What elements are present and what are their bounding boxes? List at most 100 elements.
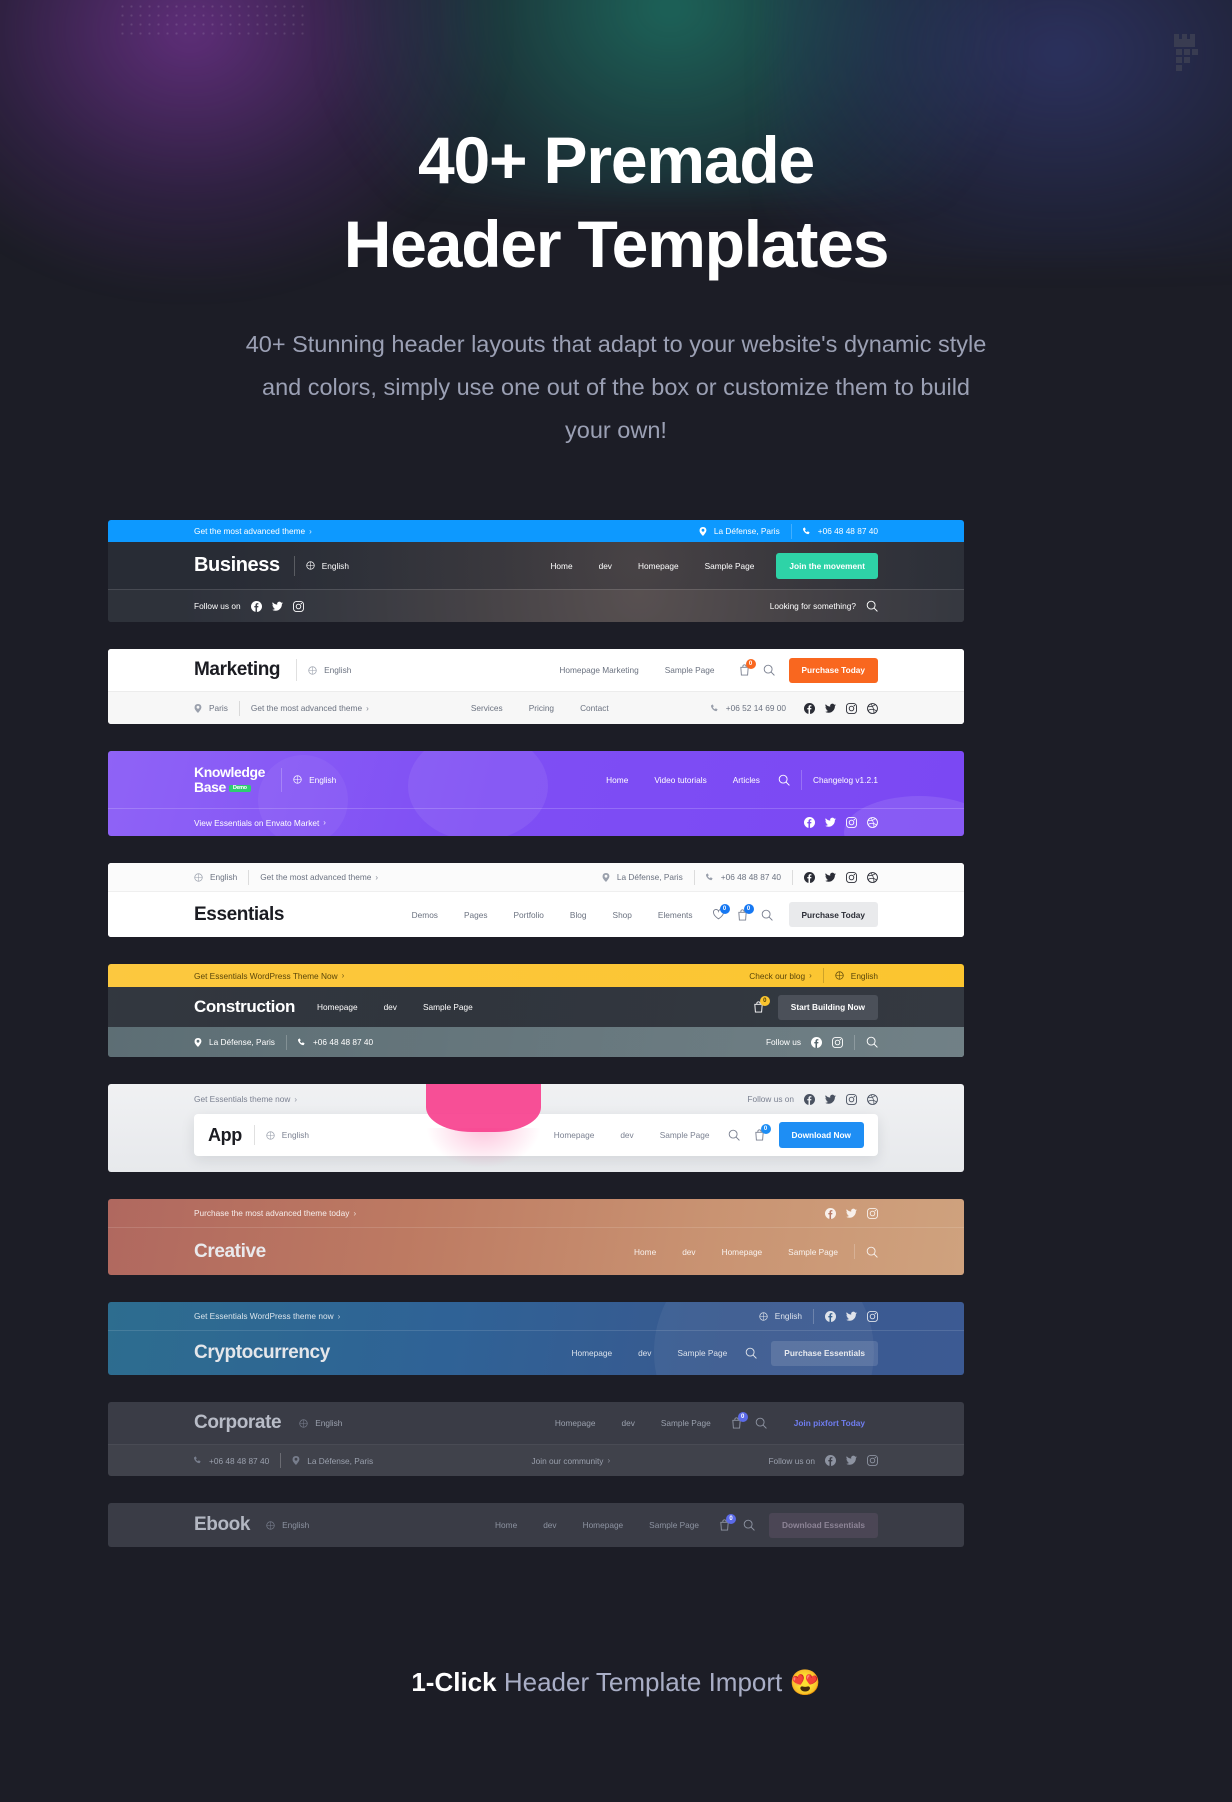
instagram-icon[interactable]: [846, 702, 857, 714]
search-icon[interactable]: [866, 1246, 878, 1258]
construction-nav-item[interactable]: dev: [384, 1002, 397, 1012]
search-icon[interactable]: [761, 909, 773, 921]
business-promo-link[interactable]: Get the most advanced theme: [194, 526, 305, 536]
construction-cta-button[interactable]: Start Building Now: [777, 994, 878, 1020]
crypto-nav[interactable]: Homepage dev Sample Page: [571, 1348, 727, 1358]
search-icon[interactable]: [743, 1519, 755, 1531]
kb-socials[interactable]: [804, 817, 878, 828]
essentials-nav-item[interactable]: Shop: [613, 910, 632, 920]
kb-envato-link[interactable]: View Essentials on Envato Market: [194, 818, 319, 828]
corporate-cta-button[interactable]: Join pixfort Today: [781, 1411, 878, 1435]
marketing-nav2-item[interactable]: Contact: [580, 703, 609, 713]
ebook-nav[interactable]: Home dev Homepage Sample Page: [495, 1520, 699, 1530]
header-template-construction[interactable]: Get Essentials WordPress Theme Now › Che…: [108, 964, 964, 1057]
header-template-app[interactable]: Get Essentials theme now › Follow us on …: [108, 1084, 964, 1172]
ebook-logo[interactable]: Ebook: [194, 1514, 250, 1536]
crypto-nav-item[interactable]: dev: [638, 1348, 651, 1358]
creative-nav[interactable]: Home dev Homepage Sample Page: [634, 1247, 838, 1257]
twitter-icon[interactable]: [846, 1311, 857, 1322]
marketing-promo-link[interactable]: Get the most advanced theme: [251, 703, 362, 713]
header-template-marketing[interactable]: Marketing English Homepage Marketing Sam…: [108, 649, 964, 724]
kb-language-switcher[interactable]: English: [293, 775, 336, 785]
essentials-socials[interactable]: [804, 871, 878, 883]
app-nav[interactable]: Homepage dev Sample Page: [554, 1130, 710, 1140]
kb-nav[interactable]: Home Video tutorials Articles: [606, 775, 760, 785]
marketing-nav-item[interactable]: Sample Page: [665, 665, 715, 675]
business-socials[interactable]: [250, 600, 304, 612]
construction-nav-item[interactable]: Sample Page: [423, 1002, 473, 1012]
crypto-cta-button[interactable]: Purchase Essentials: [771, 1340, 878, 1366]
essentials-nav-item[interactable]: Elements: [658, 910, 693, 920]
corporate-language-switcher[interactable]: English: [299, 1418, 342, 1428]
essentials-cta-button[interactable]: Purchase Today: [788, 902, 878, 927]
ebook-cart[interactable]: 0: [719, 1514, 736, 1531]
ebook-language-switcher[interactable]: English: [266, 1520, 309, 1530]
app-socials[interactable]: [804, 1093, 878, 1105]
ebook-nav-item[interactable]: Homepage: [583, 1520, 624, 1530]
twitter-icon[interactable]: [825, 872, 836, 883]
header-template-ebook[interactable]: Ebook English Home dev Homepage Sample P…: [108, 1503, 964, 1547]
crypto-nav-item[interactable]: Homepage: [571, 1348, 612, 1358]
business-phone[interactable]: +06 48 48 87 40: [802, 526, 878, 536]
marketing-nav-item[interactable]: Homepage Marketing: [559, 665, 638, 675]
app-logo[interactable]: App: [208, 1125, 242, 1146]
facebook-icon[interactable]: [804, 871, 815, 883]
twitter-icon[interactable]: [846, 1208, 857, 1219]
corporate-nav-item[interactable]: Homepage: [555, 1418, 596, 1428]
marketing-nav[interactable]: Homepage Marketing Sample Page: [559, 665, 714, 675]
business-nav-item[interactable]: dev: [599, 561, 612, 571]
construction-cart[interactable]: 0: [753, 996, 770, 1013]
essentials-nav-item[interactable]: Blog: [570, 910, 587, 920]
app-language-switcher[interactable]: English: [266, 1130, 309, 1140]
corporate-cart[interactable]: 0: [731, 1412, 748, 1429]
kb-nav-item[interactable]: Home: [606, 775, 628, 785]
kb-logo[interactable]: Knowledge Base Demo: [194, 764, 265, 795]
corporate-nav[interactable]: Homepage dev Sample Page: [555, 1418, 711, 1428]
crypto-promo-link[interactable]: Get Essentials WordPress theme now: [194, 1311, 334, 1321]
instagram-icon[interactable]: [292, 600, 304, 612]
app-nav-item[interactable]: Homepage: [554, 1130, 595, 1140]
kb-changelog-link[interactable]: Changelog v1.2.1: [813, 775, 878, 785]
ebook-nav-item[interactable]: Home: [495, 1520, 517, 1530]
business-nav[interactable]: Home dev Homepage Sample Page: [550, 561, 754, 571]
construction-logo[interactable]: Construction: [194, 997, 295, 1017]
facebook-icon[interactable]: [811, 1036, 822, 1048]
essentials-nav-item[interactable]: Pages: [464, 910, 488, 920]
creative-socials[interactable]: [825, 1207, 878, 1219]
essentials-wishlist[interactable]: 0: [712, 904, 730, 920]
facebook-icon[interactable]: [250, 600, 262, 612]
business-nav-item[interactable]: Home: [550, 561, 572, 571]
twitter-icon[interactable]: [825, 817, 836, 828]
corporate-nav-item[interactable]: dev: [621, 1418, 634, 1428]
construction-socials[interactable]: [811, 1036, 843, 1048]
search-icon[interactable]: [728, 1129, 740, 1141]
facebook-icon[interactable]: [825, 1207, 836, 1219]
marketing-nav2-item[interactable]: Pricing: [529, 703, 554, 713]
creative-promo-link[interactable]: Purchase the most advanced theme today: [194, 1208, 349, 1218]
corporate-socials[interactable]: [825, 1455, 878, 1466]
marketing-nav2-item[interactable]: Services: [471, 703, 503, 713]
marketing-phone[interactable]: +06 52 14 69 00: [710, 703, 786, 713]
essentials-phone[interactable]: +06 48 48 87 40: [705, 872, 781, 882]
crypto-nav-item[interactable]: Sample Page: [677, 1348, 727, 1358]
marketing-socials[interactable]: [804, 702, 878, 714]
corporate-phone[interactable]: +06 48 48 87 40: [194, 1456, 269, 1466]
creative-logo[interactable]: Creative: [194, 1241, 266, 1263]
search-icon[interactable]: [866, 600, 878, 612]
header-template-knowledge-base[interactable]: Knowledge Base Demo English Home Video tu…: [108, 751, 964, 836]
instagram-icon[interactable]: [867, 1207, 878, 1219]
business-nav-item[interactable]: Homepage: [638, 561, 679, 571]
instagram-icon[interactable]: [867, 1455, 878, 1466]
dribbble-icon[interactable]: [867, 702, 878, 714]
instagram-icon[interactable]: [832, 1036, 843, 1048]
business-cta-button[interactable]: Join the movement: [776, 552, 878, 579]
app-nav-item[interactable]: Sample Page: [660, 1130, 710, 1140]
kb-nav-item[interactable]: Articles: [733, 775, 760, 785]
instagram-icon[interactable]: [846, 1093, 857, 1105]
business-language-switcher[interactable]: English: [306, 561, 349, 571]
construction-nav-item[interactable]: Homepage: [317, 1002, 358, 1012]
creative-nav-item[interactable]: dev: [682, 1247, 695, 1257]
twitter-icon[interactable]: [271, 601, 283, 612]
corporate-logo[interactable]: Corporate: [194, 1412, 282, 1434]
kb-nav-item[interactable]: Video tutorials: [654, 775, 706, 785]
